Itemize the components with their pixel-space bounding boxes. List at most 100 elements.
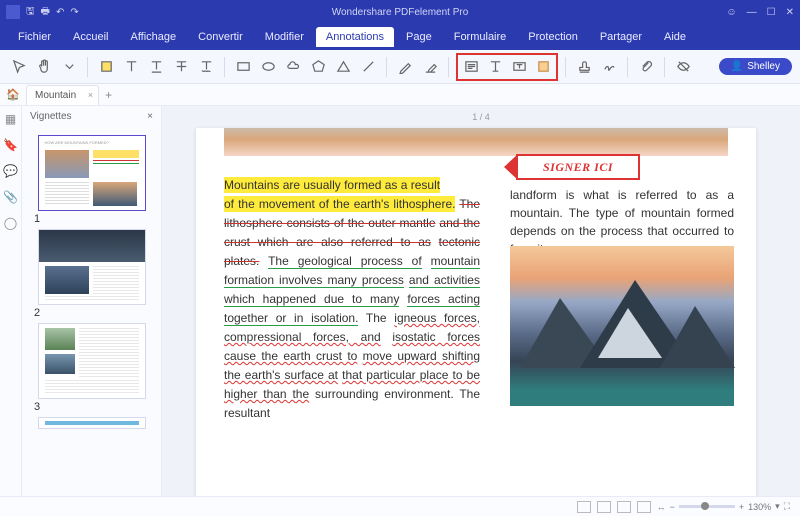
menu-affichage[interactable]: Affichage [120, 27, 186, 47]
signature-tool-icon[interactable] [598, 56, 620, 78]
separator [386, 57, 387, 77]
mountain-photo [510, 246, 734, 406]
zoom-slider[interactable] [679, 505, 735, 508]
zoom-value: 130% [748, 502, 771, 512]
qa-print-icon[interactable]: 🖶 [41, 4, 50, 21]
thumbnail-page-3[interactable] [38, 323, 146, 399]
thumbnail-page-2[interactable] [38, 229, 146, 305]
user-pill[interactable]: 👤 Shelley [719, 58, 792, 75]
thumbnails-title: Vignettes [30, 111, 72, 122]
typewriter-tool-icon[interactable] [484, 56, 506, 78]
menu-formulaire[interactable]: Formulaire [444, 27, 517, 47]
attachment-tool-icon[interactable] [635, 56, 657, 78]
zoom-dropdown-icon[interactable]: ▾ [775, 501, 780, 512]
eraser-tool-icon[interactable] [419, 56, 441, 78]
thumbnail-number: 3 [34, 401, 149, 413]
bookmarks-panel-icon[interactable]: 🔖 [3, 138, 18, 152]
separator [448, 57, 449, 77]
view-single-icon[interactable] [577, 501, 591, 513]
plain-text: The [366, 311, 387, 325]
menu-convertir[interactable]: Convertir [188, 27, 253, 47]
view-facing-icon[interactable] [617, 501, 631, 513]
highlighted-text: of the movement of the earth's lithosphe… [224, 196, 455, 212]
menu-aide[interactable]: Aide [654, 27, 696, 47]
select-tool-icon[interactable] [8, 56, 30, 78]
stamp-tool-icon[interactable] [573, 56, 595, 78]
left-rail: ▦ 🔖 💬 📎 ◯ [0, 106, 22, 496]
statusbar: ↔ − + 130% ▾ ⛶ [0, 496, 800, 516]
qa-undo-icon[interactable]: ↶ [56, 7, 64, 18]
app-logo [6, 5, 20, 19]
underline-text: The geological process of [268, 254, 422, 269]
close-button[interactable]: ✕ [786, 7, 794, 18]
highlight-tool-icon[interactable] [95, 56, 117, 78]
thumbnail-page-1[interactable]: HOW ARE MOUNTAINS FORMED? [38, 135, 146, 211]
tab-label: Mountain [35, 90, 76, 101]
menu-accueil[interactable]: Accueil [63, 27, 118, 47]
menu-modifier[interactable]: Modifier [255, 27, 314, 47]
maximize-button[interactable]: ☐ [767, 7, 776, 18]
separator [224, 57, 225, 77]
minimize-button[interactable]: — [747, 7, 757, 18]
separator [627, 57, 628, 77]
menu-partager[interactable]: Partager [590, 27, 652, 47]
triangle-shape-icon[interactable] [332, 56, 354, 78]
thumbnails-panel-icon[interactable]: ▦ [5, 112, 16, 126]
polygon-shape-icon[interactable] [307, 56, 329, 78]
oval-shape-icon[interactable] [257, 56, 279, 78]
sign-here-stamp[interactable]: SIGNER ICI [504, 154, 644, 180]
menu-page[interactable]: Page [396, 27, 442, 47]
pencil-tool-icon[interactable] [394, 56, 416, 78]
search-panel-icon[interactable]: ◯ [4, 216, 17, 230]
strikeout-tool-icon[interactable] [170, 56, 192, 78]
underline-tool-icon[interactable] [145, 56, 167, 78]
cloud-shape-icon[interactable] [282, 56, 304, 78]
tab-mountain[interactable]: Mountain × [26, 85, 99, 105]
text-tool-icon[interactable] [120, 56, 142, 78]
view-facing-continuous-icon[interactable] [637, 501, 651, 513]
qa-redo-icon[interactable]: ↷ [70, 7, 78, 18]
user-icon: 👤 [731, 61, 743, 72]
comments-panel-icon[interactable]: 💬 [3, 164, 18, 178]
squiggly-tool-icon[interactable] [195, 56, 217, 78]
tab-close-icon[interactable]: × [88, 90, 93, 100]
window-title: Wondershare PDFelement Pro [332, 7, 469, 18]
textbox-tool-icon[interactable] [508, 56, 530, 78]
stamp-label: SIGNER ICI [516, 154, 640, 180]
menubar: Fichier Accueil Affichage Convertir Modi… [0, 24, 800, 50]
user-name: Shelley [747, 61, 780, 72]
attachments-panel-icon[interactable]: 📎 [3, 190, 18, 204]
fit-width-icon[interactable]: ↔ [657, 502, 666, 512]
thumbnails-close-icon[interactable]: × [147, 111, 153, 122]
annotations-toolbar: 👤 Shelley [0, 50, 800, 84]
thumbnails-panel: Vignettes × HOW ARE MOUNTAINS FORMED? 1 … [22, 106, 162, 496]
thumbnail-number: 2 [34, 307, 149, 319]
view-continuous-icon[interactable] [597, 501, 611, 513]
menu-annotations[interactable]: Annotations [316, 27, 394, 47]
dropdown-icon[interactable] [58, 56, 80, 78]
qa-save-icon[interactable]: 🖫 [26, 4, 35, 21]
zoom-out-icon[interactable]: − [670, 502, 675, 512]
hide-annotations-icon[interactable] [672, 56, 694, 78]
rectangle-shape-icon[interactable] [232, 56, 254, 78]
document-viewport[interactable]: 1 / 4 Mountains are usually formed as a … [162, 106, 800, 496]
separator [87, 57, 88, 77]
note-tools-group [456, 53, 558, 81]
new-tab-button[interactable]: + [105, 88, 112, 102]
feedback-icon[interactable]: ☺ [726, 7, 736, 18]
home-icon[interactable]: 🏠 [6, 88, 20, 102]
menu-fichier[interactable]: Fichier [8, 27, 61, 47]
document-tabs: 🏠 Mountain × + [0, 84, 800, 106]
thumbnail-number: 1 [34, 213, 149, 225]
note-tool-icon[interactable] [460, 56, 482, 78]
page-content: Mountains are usually formed as a result… [196, 128, 756, 496]
zoom-in-icon[interactable]: + [739, 502, 744, 512]
fullscreen-icon[interactable]: ⛶ [784, 501, 790, 512]
area-highlight-icon[interactable] [532, 56, 554, 78]
line-shape-icon[interactable] [357, 56, 379, 78]
thumbnail-page-4[interactable] [38, 417, 146, 429]
menu-protection[interactable]: Protection [518, 27, 588, 47]
separator [565, 57, 566, 77]
hand-tool-icon[interactable] [33, 56, 55, 78]
separator [664, 57, 665, 77]
